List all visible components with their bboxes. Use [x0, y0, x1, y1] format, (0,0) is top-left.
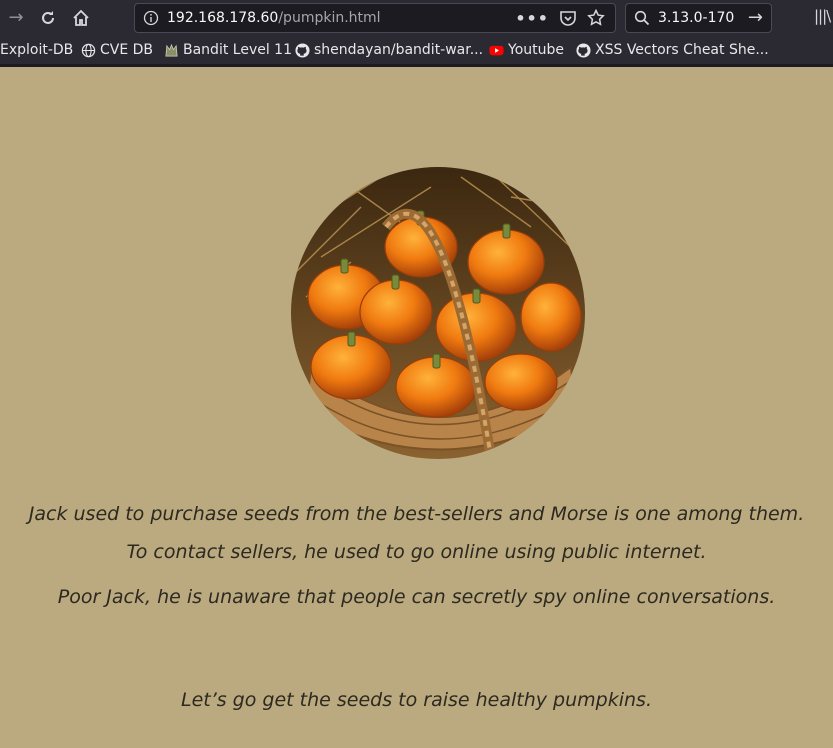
bandit-icon: [165, 43, 178, 56]
reload-icon[interactable]: [36, 6, 60, 30]
bookmark-exploit-db[interactable]: Exploit-DB: [0, 41, 73, 59]
pumpkin-basket-image: [291, 167, 585, 459]
search-input[interactable]: 3.13.0-170 →: [625, 3, 772, 33]
bookmark-shendayan[interactable]: shendayan/bandit-war...: [295, 41, 483, 59]
home-icon[interactable]: [69, 6, 93, 30]
bookmark-label: shendayan/bandit-war...: [314, 42, 484, 58]
bookmark-label: Bandit Level 11: [183, 42, 292, 58]
library-icon[interactable]: |||\: [814, 7, 831, 25]
info-icon[interactable]: [143, 10, 159, 26]
bookmark-cve-db[interactable]: CVE DB: [81, 41, 153, 59]
github-icon: [576, 42, 591, 58]
url-bar[interactable]: 192.168.178.60/pumpkin.html •••: [134, 3, 616, 33]
url-host: 192.168.178.60: [167, 10, 279, 26]
page-actions-icon[interactable]: •••: [515, 9, 549, 28]
story-line-4: Let’s go get the seeds to raise healthy …: [180, 689, 652, 711]
bookmark-xss-vectors[interactable]: XSS Vectors Cheat She...: [576, 41, 769, 59]
story-line-3: Poor Jack, he is unaware that people can…: [57, 586, 776, 608]
bookmark-label: XSS Vectors Cheat She...: [595, 42, 769, 58]
bookmark-label: Exploit-DB: [0, 42, 74, 58]
story-line-1: Jack used to purchase seeds from the bes…: [28, 503, 805, 525]
globe-icon: [81, 43, 96, 57]
url-text: 192.168.178.60/pumpkin.html: [167, 10, 381, 26]
bookmark-youtube[interactable]: Youtube: [489, 41, 564, 59]
pocket-icon[interactable]: [559, 9, 577, 27]
youtube-icon: [489, 45, 504, 55]
github-icon: [295, 42, 310, 58]
story-line-2: To contact sellers, he used to go online…: [126, 541, 707, 563]
browser-toolbar: → 192.168.178.60/pumpkin.html ••• 3.13.0…: [0, 0, 833, 37]
search-value: 3.13.0-170: [658, 10, 735, 26]
bookmark-star-icon[interactable]: [587, 9, 605, 27]
url-path: /pumpkin.html: [278, 10, 381, 26]
forward-icon[interactable]: →: [4, 6, 28, 30]
search-go-icon[interactable]: →: [748, 7, 763, 28]
page-content: Jack used to purchase seeds from the bes…: [0, 67, 833, 748]
bookmark-label: Youtube: [508, 42, 564, 58]
bookmark-bandit-level-11[interactable]: Bandit Level 11: [164, 41, 292, 59]
bookmark-label: CVE DB: [100, 42, 154, 58]
search-icon: [634, 10, 650, 26]
